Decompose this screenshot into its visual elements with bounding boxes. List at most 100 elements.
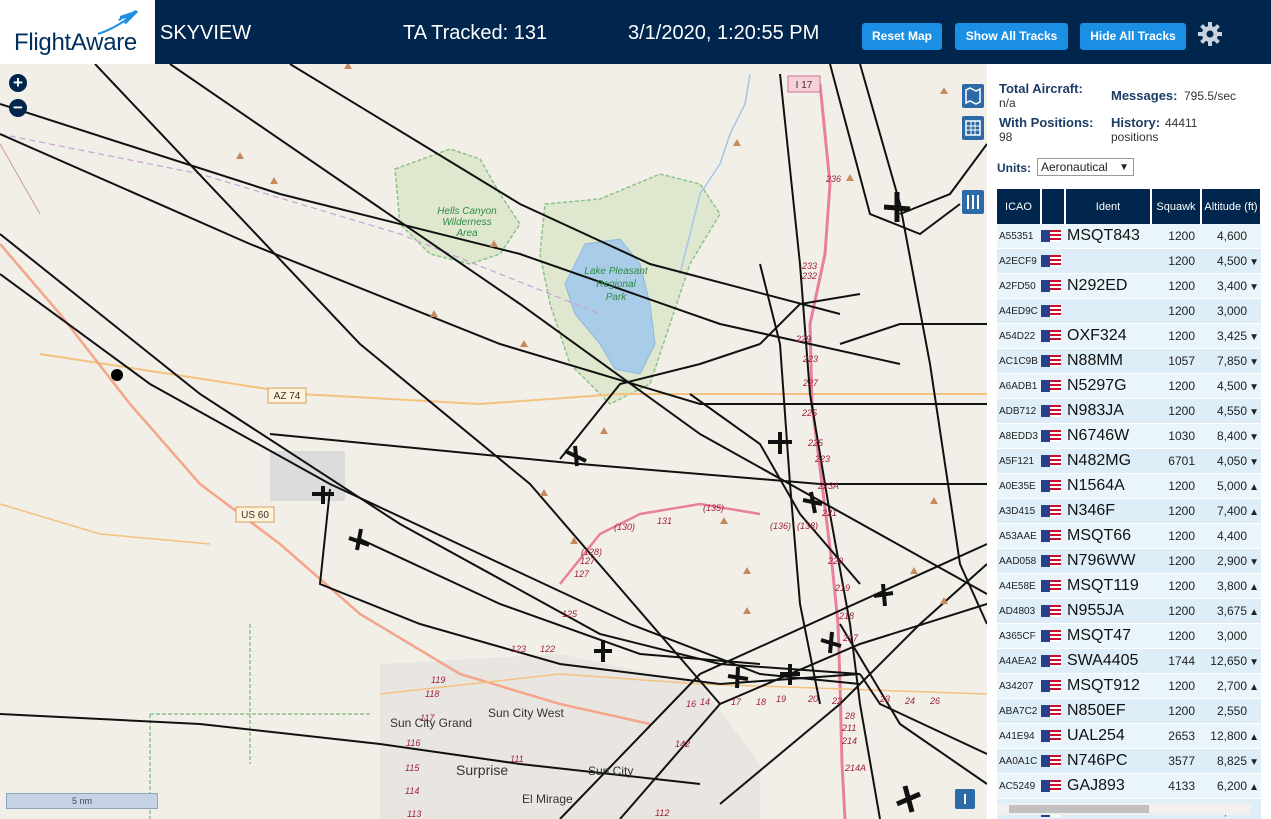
map-canvas[interactable]: 236 233 232 229 223 227 225 225 223 223A… <box>0 64 987 819</box>
svg-text:19: 19 <box>776 694 786 704</box>
table-row[interactable]: AA0A1C N746PC 3577 8,825 ▼ <box>997 748 1261 774</box>
aircraft-icon <box>348 528 370 551</box>
table-row[interactable]: A55351 MSQT843 1200 4,600 <box>997 224 1261 249</box>
us-flag-icon <box>1041 598 1065 624</box>
units-select[interactable]: Aeronautical ▼ <box>1037 158 1134 176</box>
table-row[interactable]: A3D415 N346F 1200 7,400 ▲ <box>997 498 1261 524</box>
row-squawk: 1200 <box>1151 398 1201 424</box>
table-row[interactable]: A4ED9C 1200 3,000 <box>997 298 1261 324</box>
gear-icon[interactable] <box>1196 20 1224 48</box>
row-squawk: 1030 <box>1151 423 1201 449</box>
us-flag-icon <box>1041 448 1065 474</box>
svg-text:211: 211 <box>841 723 856 733</box>
row-ident: UAL254 <box>1065 723 1151 749</box>
row-icao: A4ED9C <box>997 298 1041 324</box>
table-row[interactable]: A34207 MSQT912 1200 2,700 ▲ <box>997 673 1261 699</box>
altitude-trend-icon: ▲ <box>1249 507 1259 518</box>
table-row[interactable]: A2ECF9 1200 4,500 ▼ <box>997 248 1261 274</box>
row-squawk: 1200 <box>1151 224 1201 249</box>
columns-icon <box>967 195 979 209</box>
horizontal-scrollbar[interactable] <box>997 803 1251 815</box>
row-squawk: 1200 <box>1151 573 1201 599</box>
column-toggle-button[interactable] <box>962 190 984 214</box>
svg-text:(136): (136) <box>770 521 791 531</box>
show-all-tracks-button[interactable]: Show All Tracks <box>955 23 1068 50</box>
row-squawk: 1200 <box>1151 323 1201 349</box>
row-squawk: 1200 <box>1151 673 1201 699</box>
row-icao: A6ADB1 <box>997 373 1041 399</box>
altitude-value: 3,400 <box>1216 279 1247 293</box>
altitude-trend-icon: ▼ <box>1249 257 1259 268</box>
row-icao: A4E58E <box>997 573 1041 599</box>
svg-text:(130): (130) <box>614 522 635 532</box>
table-row[interactable]: A8EDD3 N6746W 1030 8,400 ▼ <box>997 423 1261 449</box>
column-header-squawk[interactable]: Squawk <box>1151 189 1202 224</box>
us-flag-icon <box>1041 348 1065 374</box>
table-row[interactable]: A4E58E MSQT119 1200 3,800 ▲ <box>997 573 1261 599</box>
table-row[interactable]: ABA7C2 N850EF 1200 2,550 <box>997 698 1261 724</box>
svg-text:Regional: Regional <box>596 279 636 290</box>
table-row[interactable]: A6ADB1 N5297G 1200 4,500 ▼ <box>997 373 1261 399</box>
table-row[interactable]: A365CF MSQT47 1200 3,000 <box>997 623 1261 649</box>
svg-text:122: 122 <box>540 644 555 654</box>
map-layers-button[interactable] <box>962 84 984 108</box>
zoom-in-button[interactable]: + <box>9 74 27 92</box>
total-aircraft-label: Total Aircraft: <box>999 81 1083 96</box>
us-flag-icon <box>1041 754 1061 767</box>
table-row[interactable]: ADB712 N983JA 1200 4,550 ▼ <box>997 398 1261 424</box>
table-row[interactable]: A2FD50 N292ED 1200 3,400 ▼ <box>997 273 1261 299</box>
table-row[interactable]: AC5249 GAJ893 4133 6,200 ▲ <box>997 773 1261 799</box>
grid-button[interactable] <box>962 116 984 140</box>
us-flag-icon <box>1041 498 1065 524</box>
reset-map-button[interactable]: Reset Map <box>862 23 942 50</box>
info-button[interactable] <box>955 789 975 809</box>
altitude-trend-icon: ▼ <box>1249 657 1259 668</box>
altitude-trend-icon: ▲ <box>1249 782 1259 793</box>
table-row[interactable]: A4AEA2 SWA4405 1744 12,650 ▼ <box>997 648 1261 674</box>
us-flag-icon <box>1041 554 1061 567</box>
altitude-trend-icon: ▲ <box>1249 732 1259 743</box>
svg-text:24: 24 <box>904 696 915 706</box>
svg-text:(138): (138) <box>797 521 818 531</box>
svg-text:22: 22 <box>831 696 842 706</box>
svg-text:236: 236 <box>825 174 841 184</box>
altitude-trend-icon: ▼ <box>1249 457 1259 468</box>
svg-text:Wilderness: Wilderness <box>442 217 491 228</box>
svg-text:223: 223 <box>802 354 818 364</box>
row-icao: A0E35E <box>997 473 1041 499</box>
table-row[interactable]: A5F121 N482MG 6701 4,050 ▼ <box>997 448 1261 474</box>
table-row[interactable]: AAD058 N796WW 1200 2,900 ▼ <box>997 548 1261 574</box>
flightaware-logo[interactable]: FlightAware <box>0 0 155 64</box>
row-ident: OXF324 <box>1065 323 1151 349</box>
column-header-flag[interactable] <box>1041 189 1066 224</box>
altitude-value: 3,425 <box>1216 329 1247 343</box>
table-row[interactable]: A0E35E N1564A 1200 5,000 ▲ <box>997 473 1261 499</box>
road-hwy <box>0 503 211 545</box>
table-row[interactable]: A54D22 OXF324 1200 3,425 ▼ <box>997 323 1261 349</box>
svg-text:221: 221 <box>821 508 837 518</box>
altitude-value: 12,800 <box>1210 729 1247 743</box>
altitude-value: 4,500 <box>1216 379 1247 393</box>
table-row[interactable]: A53AAE MSQT66 1200 4,400 <box>997 523 1261 549</box>
svg-text:Lake Pleasant: Lake Pleasant <box>584 266 649 277</box>
us-flag-icon <box>1041 604 1061 617</box>
column-header-ident[interactable]: Ident <box>1065 189 1152 224</box>
table-row[interactable]: AC1C9B N88MM 1057 7,850 ▼ <box>997 348 1261 374</box>
svg-text:219: 219 <box>834 583 850 593</box>
info-icon <box>964 794 966 804</box>
scrollbar-thumb[interactable] <box>1009 805 1149 813</box>
column-header-altitude[interactable]: Altitude (ft) <box>1201 189 1262 224</box>
us-flag-icon <box>1041 229 1061 242</box>
zoom-out-button[interactable]: − <box>9 99 27 117</box>
row-altitude: 2,900 ▼ <box>1201 548 1261 574</box>
row-squawk: 6701 <box>1151 448 1201 474</box>
altitude-value: 4,400 <box>1216 529 1247 543</box>
row-icao: A54D22 <box>997 323 1041 349</box>
scale-bar: 5 nm <box>6 793 158 809</box>
table-row[interactable]: A41E94 UAL254 2653 12,800 ▲ <box>997 723 1261 749</box>
row-ident: N796WW <box>1065 548 1151 574</box>
hide-all-tracks-button[interactable]: Hide All Tracks <box>1080 23 1186 50</box>
row-icao: A5F121 <box>997 448 1041 474</box>
column-header-icao[interactable]: ICAO <box>997 189 1042 224</box>
table-row[interactable]: AD4803 N955JA 1200 3,675 ▲ <box>997 598 1261 624</box>
